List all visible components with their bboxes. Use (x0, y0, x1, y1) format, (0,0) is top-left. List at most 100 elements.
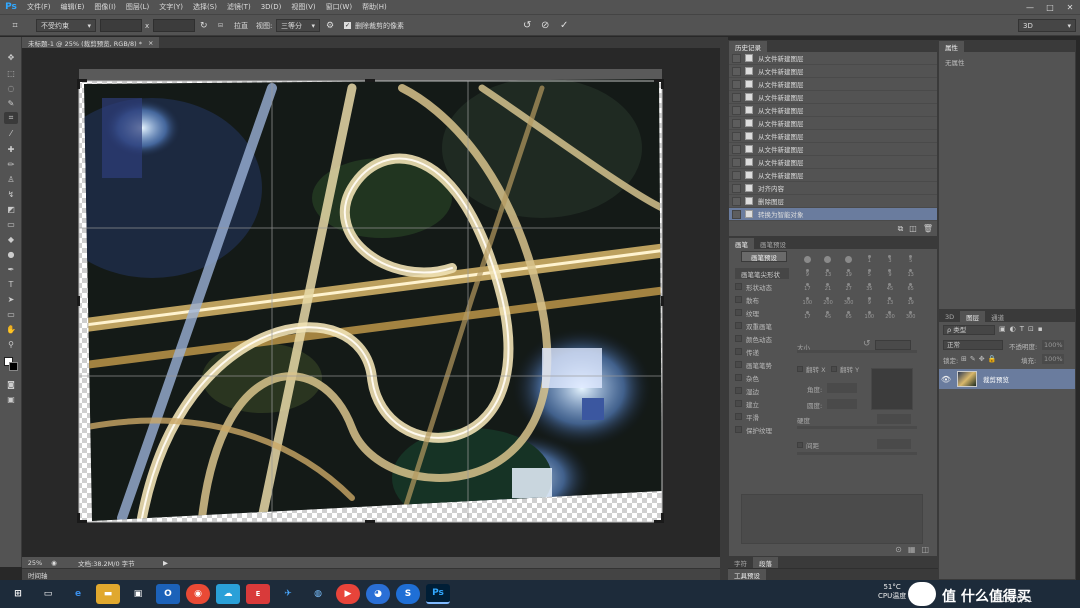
history-item[interactable]: 从文件新建图层 (729, 52, 937, 65)
document-tab[interactable]: 未标题-1 @ 25% (裁剪预览, RGB/8) * × (22, 37, 160, 48)
reset-icon[interactable]: ↺ (523, 19, 531, 32)
history-item[interactable]: 从文件新建图层 (729, 117, 937, 130)
brush-tip-preset[interactable]: 9 (797, 266, 818, 280)
background-color[interactable] (9, 362, 18, 371)
layer-filter-select[interactable]: ρ 类型 (943, 325, 995, 335)
commit-icon[interactable]: ✓ (560, 19, 568, 32)
history-item[interactable]: 删除图层 (729, 195, 937, 208)
history-item-selected[interactable]: 转换为智能对象 (729, 208, 937, 221)
photoshop-taskbar-icon[interactable]: Ps (426, 584, 450, 604)
toggle-preview-icon[interactable]: ⊙ (895, 545, 902, 554)
brush-tip-preset[interactable]: 9 (859, 294, 880, 308)
crop-tool-icon[interactable]: ⌗ (4, 112, 18, 124)
fill-input[interactable]: 100% (1042, 354, 1064, 364)
new-document-from-state-icon[interactable]: ⧉ (898, 224, 904, 234)
menu-help[interactable]: 帮助(H) (357, 2, 392, 12)
path-select-icon[interactable]: ➤ (4, 293, 18, 305)
healing-tool-icon[interactable]: ✚ (4, 143, 18, 155)
lock-icons[interactable]: ⊞✎✥🔒 (961, 355, 999, 363)
brush-tip-preset[interactable]: 13 (818, 266, 839, 280)
size-input[interactable] (875, 340, 911, 350)
baidu-cloud-icon[interactable]: ☁ (216, 584, 240, 604)
brush-presets-button[interactable]: 画笔预设 (741, 251, 787, 262)
history-item[interactable]: 从文件新建图层 (729, 104, 937, 117)
tab-channels[interactable]: 通道 (985, 311, 1010, 322)
brush-option[interactable]: 建立 (729, 397, 791, 410)
brush-tip-preset[interactable]: 5 (859, 266, 880, 280)
start-icon[interactable]: ⊞ (6, 584, 30, 604)
brush-tip-preset[interactable] (818, 252, 839, 266)
quick-select-tool-icon[interactable]: ✎ (4, 97, 18, 109)
brush-tip-preset[interactable]: 9 (880, 266, 901, 280)
angle-input[interactable] (827, 383, 857, 393)
menu-file[interactable]: 文件(F) (22, 2, 56, 12)
screen-mode-icon[interactable]: ▣ (4, 393, 18, 405)
brush-option[interactable]: 形状动态 (729, 280, 791, 293)
hardness-input[interactable] (877, 414, 911, 424)
history-item[interactable]: 从文件新建图层 (729, 91, 937, 104)
menu-3d[interactable]: 3D(D) (256, 3, 287, 11)
status-menu-arrow-icon[interactable]: ▶ (163, 559, 168, 567)
evernote-icon[interactable]: ᴇ (246, 584, 270, 604)
hand-tool-icon[interactable]: ✋ (4, 323, 18, 335)
brush-option[interactable]: 纹理 (729, 306, 791, 319)
outlook-icon[interactable]: O (156, 584, 180, 604)
eyedropper-tool-icon[interactable]: ⁄ (4, 127, 18, 139)
browser-icon[interactable]: ◍ (306, 584, 330, 604)
brush-tip-preset[interactable]: 5 (900, 252, 921, 266)
brush-tip-preset[interactable]: 200 (818, 294, 839, 308)
roundness-input[interactable] (827, 399, 857, 409)
store-icon[interactable]: ▣ (126, 584, 150, 604)
layer-row-selected[interactable]: 👁 裁剪预览 (939, 369, 1075, 389)
history-item[interactable]: 从文件新建图层 (729, 65, 937, 78)
brush-tip-shape[interactable]: 画笔笔尖形状 (735, 268, 789, 279)
color-swatches[interactable] (4, 357, 18, 373)
brush-option[interactable]: 保护纹理 (729, 423, 791, 436)
tab-3d[interactable]: 3D (939, 311, 960, 322)
menu-window[interactable]: 窗口(W) (321, 2, 357, 12)
view-select[interactable]: 三等分 ▾ (276, 19, 320, 32)
spacing-slider[interactable] (797, 452, 917, 455)
brush-tip-preset[interactable]: 17 (797, 280, 818, 294)
brush-tip-preset[interactable]: 65 (838, 308, 859, 322)
brush-tip-preset[interactable]: 19 (900, 294, 921, 308)
snapshot-icon[interactable]: ◫ (909, 224, 917, 234)
brush-angle-preview[interactable] (871, 368, 913, 410)
timeline-panel[interactable]: 时间轴 (22, 568, 720, 580)
brush-tip-preset[interactable]: 35 (859, 280, 880, 294)
menu-type[interactable]: 文字(Y) (154, 2, 188, 12)
type-tool-icon[interactable]: T (4, 278, 18, 290)
history-item[interactable]: 从文件新建图层 (729, 156, 937, 169)
pen-tool-icon[interactable]: ✒ (4, 263, 18, 275)
crop-tool-icon[interactable]: ⌗ (8, 19, 22, 32)
eye-icon[interactable]: 👁 (939, 375, 953, 384)
history-item[interactable]: 从文件新建图层 (729, 169, 937, 182)
brush-tip-preset[interactable] (797, 252, 818, 266)
bird-app-icon[interactable]: ◕ (366, 584, 390, 604)
sogou-icon[interactable]: S (396, 584, 420, 604)
clear-icon[interactable]: ⊟ (218, 19, 223, 32)
height-input[interactable] (153, 19, 195, 32)
menu-select[interactable]: 选择(S) (188, 2, 222, 12)
width-input[interactable] (100, 19, 142, 32)
tab-layers[interactable]: 图层 (960, 311, 986, 322)
history-item[interactable]: 从文件新建图层 (729, 130, 937, 143)
explorer-icon[interactable]: ▬ (96, 584, 120, 604)
eraser-tool-icon[interactable]: ◩ (4, 203, 18, 215)
brush-tip-preset[interactable]: 13 (880, 294, 901, 308)
maximize-button[interactable]: □ (1040, 0, 1060, 14)
brush-tip-preset[interactable]: 17 (797, 308, 818, 322)
delete-pixels-checkbox[interactable]: ✓ 删除裁剪的像素 (344, 19, 404, 32)
history-brush-icon[interactable]: ↯ (4, 188, 18, 200)
tab-character[interactable]: 字符 (728, 557, 753, 568)
brush-option[interactable]: 散布 (729, 293, 791, 306)
blend-mode-select[interactable]: 正常 (943, 340, 1003, 350)
history-item[interactable]: 从文件新建图层 (729, 78, 937, 91)
trash-icon[interactable]: 🗑 (923, 224, 933, 234)
brush-tip-preset[interactable]: 27 (838, 280, 859, 294)
tab-brush-presets[interactable]: 画笔预设 (754, 238, 792, 249)
brush-option[interactable]: 杂色 (729, 371, 791, 384)
menu-layer[interactable]: 图层(L) (121, 2, 154, 12)
brush-option[interactable]: 画笔笔势 (729, 358, 791, 371)
quick-mask-icon[interactable]: ◙ (4, 378, 18, 390)
